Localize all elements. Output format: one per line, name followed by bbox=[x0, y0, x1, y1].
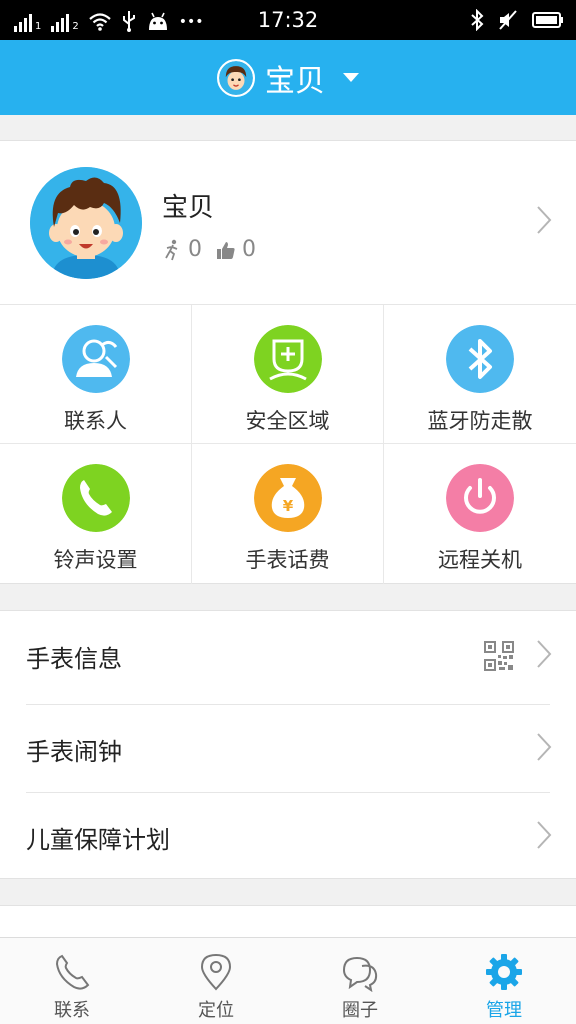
power-icon bbox=[446, 464, 514, 532]
location-pin-icon bbox=[200, 953, 232, 991]
grid-item-ringtone[interactable]: 铃声设置 bbox=[0, 444, 192, 584]
grid-item-label: 远程关机 bbox=[438, 548, 522, 572]
tab-contact[interactable]: 联系 bbox=[0, 938, 144, 1024]
list-item-child-protection[interactable]: 儿童保障计划 bbox=[0, 792, 576, 880]
svg-text:¥: ¥ bbox=[282, 497, 293, 515]
grid-item-contacts[interactable]: 联系人 bbox=[0, 305, 192, 444]
profile-stats: 0 0 bbox=[162, 237, 256, 262]
bottom-nav: 联系 定位 圈子 管理 bbox=[0, 937, 576, 1024]
profile-name: 宝贝 bbox=[162, 193, 215, 223]
chevron-right-icon bbox=[537, 206, 552, 234]
tab-label: 管理 bbox=[486, 1000, 522, 1021]
likes-stat: 0 bbox=[216, 237, 256, 262]
steps-stat: 0 bbox=[162, 237, 202, 262]
chevron-down-icon bbox=[343, 73, 359, 82]
running-icon bbox=[165, 239, 178, 260]
safe-zone-icon bbox=[253, 325, 322, 393]
tab-circle[interactable]: 圈子 bbox=[288, 938, 432, 1024]
qr-code-icon[interactable] bbox=[484, 641, 514, 671]
chevron-right-icon bbox=[537, 733, 552, 761]
tab-label: 联系 bbox=[54, 1000, 90, 1021]
thumbs-up-icon bbox=[217, 241, 235, 259]
header-avatar bbox=[217, 58, 255, 97]
grid-item-label: 手表话费 bbox=[245, 548, 330, 572]
app-header: 宝贝 bbox=[0, 40, 576, 115]
settings-list: 手表信息 手表闹钟 儿童保障计划 bbox=[0, 610, 576, 879]
grid-item-label: 联系人 bbox=[64, 409, 127, 433]
gear-icon bbox=[486, 954, 522, 990]
grid-item-label: 安全区域 bbox=[245, 409, 330, 433]
profile-avatar bbox=[30, 167, 142, 279]
list-item-label: 手表信息 bbox=[26, 645, 122, 673]
likes-count: 0 bbox=[242, 237, 256, 262]
status-bar: 1 2 ••• 17:32 bbox=[0, 0, 576, 40]
bluetooth-status-icon bbox=[471, 9, 484, 31]
grid-item-label: 铃声设置 bbox=[53, 548, 138, 572]
tab-label: 定位 bbox=[198, 1000, 234, 1021]
bluetooth-icon bbox=[446, 325, 514, 393]
list-item-watch-info[interactable]: 手表信息 bbox=[0, 611, 576, 699]
grid-item-bluetooth[interactable]: 蓝牙防走散 bbox=[384, 305, 576, 444]
chevron-right-icon bbox=[537, 821, 552, 849]
tab-manage[interactable]: 管理 bbox=[432, 938, 576, 1024]
money-bag-icon: ¥ bbox=[253, 464, 322, 532]
list-item-label: 手表闹钟 bbox=[26, 738, 122, 766]
feature-grid: 联系人 安全区域 蓝牙防走散 铃声设置 ¥ 手表话费 远程关机 bbox=[0, 305, 576, 584]
battery-icon bbox=[532, 12, 563, 28]
phone-icon bbox=[61, 464, 130, 532]
list-item-label: 儿童保障计划 bbox=[26, 826, 170, 854]
device-selector[interactable]: 宝贝 bbox=[0, 40, 576, 115]
grid-item-remote-shutdown[interactable]: 远程关机 bbox=[384, 444, 576, 584]
list-item-watch-alarm[interactable]: 手表闹钟 bbox=[0, 704, 576, 792]
chevron-right-icon bbox=[537, 640, 552, 668]
phone-outline-icon bbox=[55, 954, 90, 990]
header-title: 宝贝 bbox=[265, 63, 325, 99]
grid-item-label: 蓝牙防走散 bbox=[427, 409, 533, 433]
mute-icon bbox=[499, 10, 517, 30]
tab-label: 圈子 bbox=[342, 1000, 378, 1021]
profile-card[interactable]: 宝贝 0 0 bbox=[0, 140, 576, 305]
chat-bubbles-icon bbox=[342, 956, 378, 992]
grid-item-safe-zone[interactable]: 安全区域 bbox=[192, 305, 384, 444]
tab-location[interactable]: 定位 bbox=[144, 938, 288, 1024]
contacts-icon bbox=[61, 325, 130, 393]
grid-item-phone-bill[interactable]: ¥ 手表话费 bbox=[192, 444, 384, 584]
steps-count: 0 bbox=[188, 237, 202, 262]
